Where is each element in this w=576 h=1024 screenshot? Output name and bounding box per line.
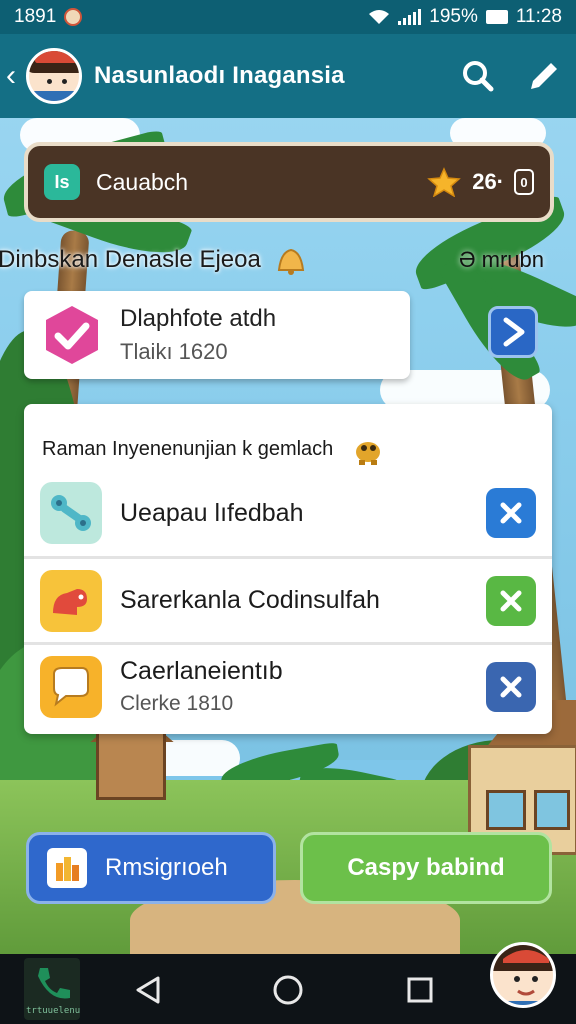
score-value: 26· — [472, 169, 504, 194]
close-icon — [500, 676, 522, 697]
star-icon — [427, 167, 462, 197]
search-panel[interactable]: Is Cauabch 26· 0 — [24, 142, 554, 222]
chat-chip-icon: Is — [44, 164, 80, 200]
avatar[interactable] — [26, 48, 82, 104]
check-badge-icon — [46, 306, 98, 364]
creature-icon — [356, 442, 381, 465]
section-header: Dinbskan Denasle Ejeoa Ə mrubn — [0, 240, 576, 280]
item-title: Ueapau lıfedbah — [120, 498, 304, 527]
item-title: Caerlaneientıb — [120, 657, 283, 685]
list-header: Raman Inyenenunjian k gemlach — [42, 437, 334, 460]
task-card[interactable]: Dlaphfote atdh Tlaikı 1620 — [24, 291, 410, 379]
app-bar: ‹ Nasunlaodı Inagansia — [0, 34, 576, 118]
status-left-text: 1891 — [14, 6, 57, 27]
section-link[interactable]: Ə mrubn — [459, 247, 544, 273]
bell-icon — [277, 248, 304, 275]
signal-icon — [398, 9, 422, 25]
notification-icon — [64, 8, 83, 26]
nav-recents-button[interactable] — [400, 970, 440, 1010]
item-action-button[interactable] — [486, 661, 536, 712]
list-item[interactable]: Sarerkanla Codinsulfah — [24, 556, 552, 642]
battery-icon — [485, 10, 508, 24]
wrench-icon — [40, 482, 102, 544]
dino-icon — [40, 569, 102, 632]
section-title: Dinbskan Denasle Ejeoa — [0, 246, 261, 273]
chevron-right-icon — [503, 317, 525, 347]
house-window — [486, 790, 526, 830]
task-subtitle: Tlaikı 1620 — [120, 339, 228, 364]
list-item[interactable]: Caerlaneientıb Clerke 1810 — [24, 642, 552, 728]
close-icon — [500, 590, 522, 611]
back-arrow-icon[interactable]: ‹ — [6, 61, 24, 91]
secondary-button[interactable]: Caspy babind — [300, 832, 552, 904]
list-panel: Raman Inyenenunjian k gemlach Ueapau lıf… — [24, 404, 552, 734]
app-logo[interactable]: trtuuelenu — [24, 958, 80, 1020]
profile-avatar[interactable] — [490, 942, 556, 1008]
wifi-icon — [369, 10, 390, 24]
search-icon — [463, 61, 494, 92]
logo-text: trtuuelenu — [26, 1006, 81, 1016]
item-action-button[interactable] — [486, 575, 536, 626]
score-badge: 0 — [514, 169, 534, 195]
chat-bubble-icon — [40, 655, 102, 718]
page-title: Nasunlaodı Inagansia — [94, 62, 345, 89]
back-triangle-icon — [136, 976, 160, 1004]
clock: 11:28 — [515, 6, 562, 27]
nav-back-button[interactable] — [128, 970, 168, 1010]
item-title: Sarerkanla Codinsulfah — [120, 586, 380, 614]
hut — [96, 730, 166, 800]
home-circle-icon — [273, 975, 303, 1005]
search-button[interactable] — [460, 58, 496, 94]
primary-button-label: Rmsigrıoeh — [105, 854, 228, 881]
search-label: Cauabch — [96, 168, 189, 195]
item-action-button[interactable] — [486, 488, 536, 538]
pencil-icon — [531, 63, 557, 89]
close-icon — [500, 502, 522, 524]
status-bar: 1891 195% 11:28 — [0, 0, 576, 34]
score-display: 26· 0 — [426, 167, 534, 197]
nav-home-button[interactable] — [268, 970, 308, 1010]
primary-button[interactable]: Rmsigrıoeh — [26, 832, 276, 904]
nav-bar: trtuuelenu — [0, 954, 576, 1024]
task-title: Dlaphfote atdh — [120, 305, 277, 332]
battery-percent: 195% — [429, 6, 478, 27]
secondary-button-label: Caspy babind — [347, 854, 505, 881]
item-subtitle: Clerke 1810 — [120, 692, 234, 715]
house-window — [534, 790, 570, 830]
bars-icon — [47, 848, 87, 888]
phone-icon — [38, 968, 70, 999]
next-button[interactable] — [488, 306, 538, 358]
recents-square-icon — [407, 977, 433, 1003]
edit-button[interactable] — [526, 58, 562, 94]
list-item[interactable]: Ueapau lıfedbah — [24, 470, 552, 556]
